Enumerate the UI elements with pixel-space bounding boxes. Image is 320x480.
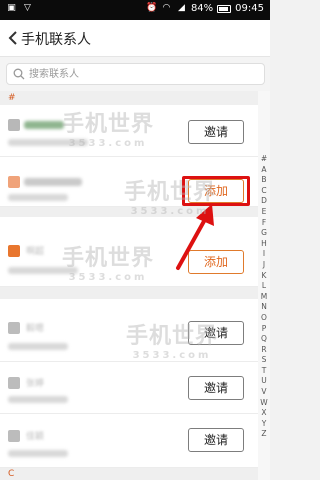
index-letter[interactable]: V <box>259 387 269 398</box>
watermark-sub: 3533.com <box>130 206 210 217</box>
chevron-left-icon[interactable] <box>5 29 21 47</box>
contact-name: 佳颖 <box>26 432 45 442</box>
contact-name: 啊超 <box>26 247 45 257</box>
watermark-text: 手机世界 <box>62 246 155 271</box>
page-title: 手机联系人 <box>21 32 91 48</box>
contact-name-blurred <box>24 178 82 186</box>
search-box[interactable] <box>6 63 265 85</box>
index-letter[interactable]: K <box>259 271 269 282</box>
contact-name: 张婷 <box>26 379 45 389</box>
index-letter[interactable]: X <box>259 408 269 419</box>
index-letter[interactable]: Y <box>259 419 269 430</box>
image-icon: ▣ <box>7 3 16 13</box>
status-right: ⏰ ◠ ◢ 84% 09:45 <box>146 3 264 14</box>
index-letter[interactable]: R <box>259 345 269 356</box>
index-letter[interactable]: H <box>259 239 269 250</box>
contact-name-blurred <box>24 121 64 129</box>
avatar <box>8 176 20 188</box>
contact-name: 毅嗯 <box>26 324 45 334</box>
index-letter[interactable]: B <box>259 175 269 186</box>
wifi-icon: ◠ <box>162 3 171 13</box>
avatar <box>8 322 20 334</box>
status-bar: ▣ ▽ ⏰ ◠ ◢ 84% 09:45 <box>0 0 270 20</box>
section-divider <box>0 287 258 299</box>
index-letter[interactable]: Q <box>259 334 269 345</box>
invite-button[interactable]: 邀请 <box>188 428 244 452</box>
watermark-text: 手机世界 <box>124 180 217 205</box>
section-header-hash: # <box>0 91 258 105</box>
contact-phone-blurred <box>8 343 68 350</box>
contact-phone-blurred <box>8 396 68 403</box>
avatar <box>8 377 20 389</box>
contact-row[interactable]: 张婷 邀请 <box>0 362 258 414</box>
search-input[interactable] <box>29 67 249 82</box>
index-letter[interactable]: W <box>259 398 269 409</box>
index-letter[interactable]: I <box>259 249 269 260</box>
watermark-sub: 3533.com <box>68 272 148 283</box>
avatar <box>8 245 20 257</box>
index-letter[interactable]: U <box>259 376 269 387</box>
invite-button[interactable]: 邀请 <box>188 120 244 144</box>
status-left: ▣ ▽ <box>6 3 33 14</box>
watermark-text: 手机世界 <box>126 324 219 349</box>
section-header-c: C <box>0 468 258 480</box>
alarm-icon: ⏰ <box>145 3 158 13</box>
index-letter[interactable]: G <box>259 228 269 239</box>
avatar <box>8 119 20 131</box>
index-letter[interactable]: T <box>259 366 269 377</box>
avatar <box>8 430 20 442</box>
alphabet-index-bar[interactable]: # A B C D E F G H I J K L M N O P Q R S T U V W X Y Z <box>259 154 269 440</box>
watermark-sub: 3533.com <box>132 350 212 361</box>
app-screen: ▣ ▽ ⏰ ◠ ◢ 84% 09:45 手机联系人 # <box>0 0 270 480</box>
watermark: 手机世界 3533.com <box>62 106 154 149</box>
index-letter[interactable]: N <box>259 302 269 313</box>
battery-icon <box>217 4 232 13</box>
index-letter[interactable]: L <box>259 281 269 292</box>
dropdown-icon: ▽ <box>24 3 31 13</box>
index-letter[interactable]: C <box>259 186 269 197</box>
index-letter[interactable]: D <box>259 196 269 207</box>
index-letter[interactable]: S <box>259 355 269 366</box>
status-time: 09:45 <box>235 3 264 14</box>
index-letter[interactable]: O <box>259 313 269 324</box>
watermark-sub: 3533.com <box>68 138 148 149</box>
index-letter[interactable]: # <box>259 154 269 165</box>
watermark: 手机世界 3533.com <box>124 174 216 217</box>
index-letter[interactable]: J <box>259 260 269 271</box>
header: 手机联系人 <box>0 20 270 57</box>
index-letter[interactable]: F <box>259 218 269 229</box>
index-letter[interactable]: M <box>259 292 269 303</box>
invite-button[interactable]: 邀请 <box>188 376 244 400</box>
index-letter[interactable]: P <box>259 324 269 335</box>
watermark-text: 手机世界 <box>62 112 155 137</box>
index-letter[interactable]: A <box>259 165 269 176</box>
contact-phone-blurred <box>8 194 68 201</box>
battery-percent: 84% <box>190 3 214 14</box>
index-letter[interactable]: Z <box>259 429 269 440</box>
index-letter[interactable]: E <box>259 207 269 218</box>
watermark: 手机世界 3533.com <box>126 318 218 361</box>
contact-phone-blurred <box>8 450 68 457</box>
signal-icon: ◢ <box>177 3 185 13</box>
search-bar <box>0 57 270 91</box>
watermark: 手机世界 3533.com <box>62 240 154 283</box>
contact-row[interactable]: 佳颖 邀请 <box>0 414 258 468</box>
search-icon <box>13 68 25 80</box>
